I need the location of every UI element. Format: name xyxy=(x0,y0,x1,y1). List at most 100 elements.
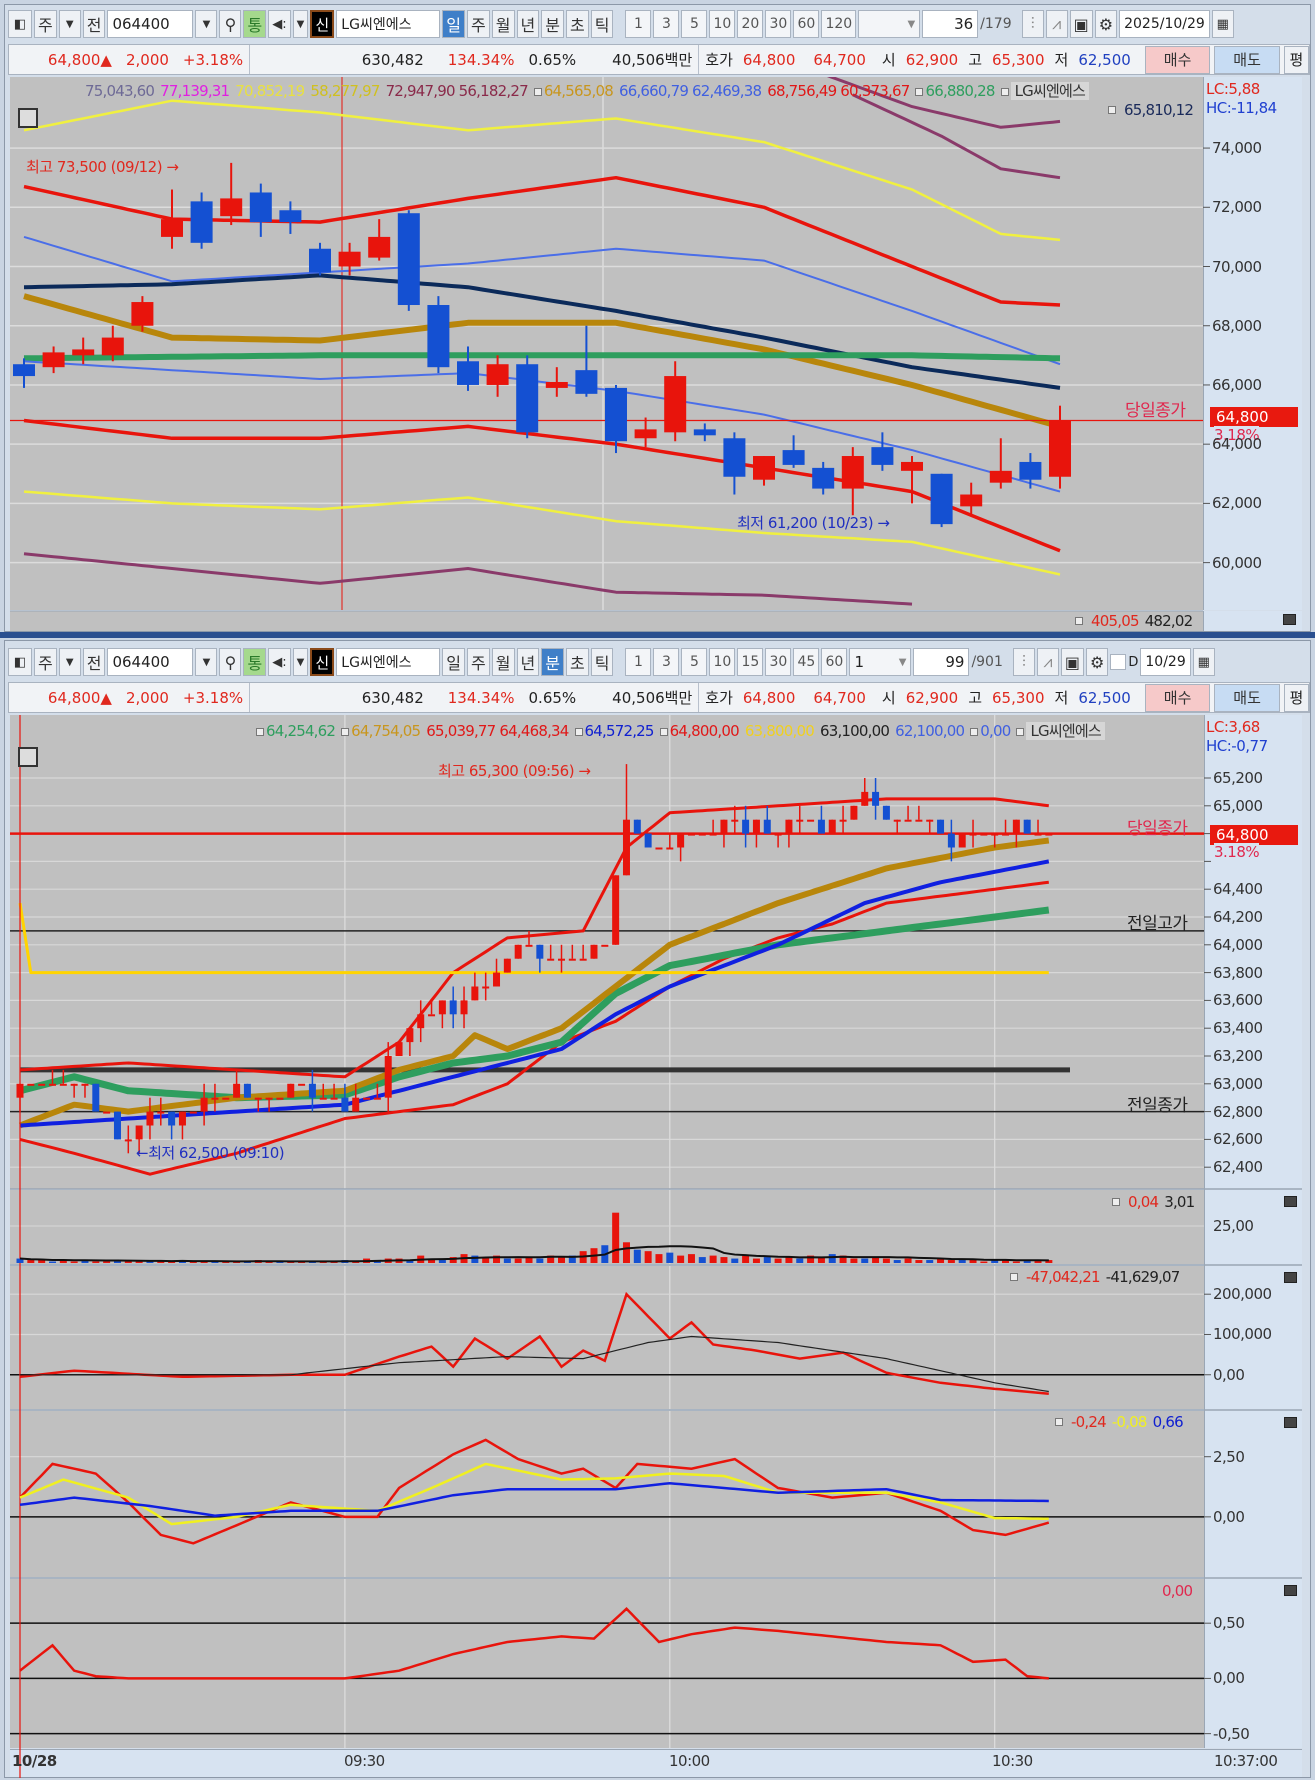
legend-value: 64,800,00 xyxy=(669,721,740,740)
oscillator-black-line xyxy=(20,1335,1049,1393)
volume-bar xyxy=(687,1254,695,1263)
legend-value: 70,852,19 xyxy=(235,81,305,100)
legend-toggle[interactable] xyxy=(1108,106,1116,114)
candle-body xyxy=(363,1097,371,1100)
panel-close-icon[interactable] xyxy=(1284,1196,1297,1207)
legend-toggle[interactable] xyxy=(659,727,668,736)
candle-body xyxy=(693,429,716,436)
time-label-current: 10:37:00 xyxy=(1214,1752,1278,1770)
candle-body xyxy=(839,819,847,822)
candle-body xyxy=(368,236,391,258)
low-annotation: ←최저 62,500 (09:10) xyxy=(136,1144,285,1162)
volume-bar xyxy=(926,1260,934,1263)
candle-body xyxy=(558,958,565,961)
candle-body xyxy=(720,819,728,834)
macd-yellow-line xyxy=(19,1462,1049,1526)
indicator5-axis-label: -0,50 xyxy=(1213,1724,1250,1743)
candle-body xyxy=(568,958,576,961)
candle-body xyxy=(373,1097,381,1100)
legend-toggle[interactable] xyxy=(341,727,350,736)
candle-body xyxy=(352,1097,360,1112)
candle-body xyxy=(460,1000,468,1015)
bollinger-lower-line xyxy=(23,418,1061,553)
panel-close-icon[interactable] xyxy=(1284,1417,1297,1428)
legend-value: 0,04 xyxy=(1128,1193,1159,1211)
chart-grid-icon[interactable] xyxy=(18,108,38,128)
volume-bar xyxy=(558,1257,565,1263)
prev-high-label: 전일고가 xyxy=(1127,914,1188,934)
candle-body xyxy=(612,875,620,945)
legend-value: -0,24 xyxy=(1071,1413,1107,1431)
legend-toggle[interactable] xyxy=(1010,1273,1018,1281)
price-axis-label: 70,000 xyxy=(1212,257,1262,276)
volume-bar xyxy=(633,1249,641,1263)
legend-toggle[interactable] xyxy=(1055,1418,1063,1426)
candle-body xyxy=(1019,461,1042,480)
candle-body xyxy=(872,791,880,806)
price-axis-label: 63,600 xyxy=(1213,991,1263,1010)
time-label-date: 10/28 xyxy=(12,1752,57,1770)
candle-body xyxy=(989,470,1012,483)
candle-body xyxy=(709,833,717,836)
price-axis-label: 65,200 xyxy=(1213,769,1263,787)
panel-close-icon[interactable] xyxy=(1283,614,1296,625)
legend-value: 65,810,12 xyxy=(1124,101,1194,119)
legend-toggle[interactable] xyxy=(1000,88,1009,96)
candle-body xyxy=(525,944,533,947)
legend-toggle[interactable] xyxy=(915,87,924,96)
candle-body xyxy=(514,944,522,959)
time-label: 10:30 xyxy=(992,1752,1033,1770)
legend-toggle[interactable] xyxy=(533,87,542,96)
volume-ma-line xyxy=(19,1245,1049,1263)
low-annotation: 최저 61,200 (10/23) → xyxy=(737,514,890,532)
candle-body xyxy=(590,944,598,959)
legend-toggle[interactable] xyxy=(1016,728,1025,736)
candle-body xyxy=(644,833,652,848)
candle-body xyxy=(101,337,124,356)
legend-toggle[interactable] xyxy=(1112,1198,1120,1206)
chart-grid-icon[interactable] xyxy=(18,747,38,767)
legend-value: 63,800,00 xyxy=(744,721,815,740)
legend-toggle[interactable] xyxy=(256,727,264,736)
price-axis-label: 60,000 xyxy=(1212,553,1262,572)
candle-body xyxy=(536,944,544,959)
candle-body xyxy=(113,1111,121,1140)
time-label: 10:00 xyxy=(669,1752,710,1770)
candle-body xyxy=(817,819,825,834)
candle-body xyxy=(428,1014,436,1017)
candle-body xyxy=(785,819,793,834)
candle-body xyxy=(59,1083,67,1086)
oscillator-red-line xyxy=(19,1291,1049,1395)
candle-body xyxy=(1034,833,1042,836)
candle-body xyxy=(493,972,501,987)
indicator5-axis-label: 0,50 xyxy=(1213,1614,1245,1633)
candle-body xyxy=(633,819,641,834)
legend-value: 64,254,62 xyxy=(266,721,336,740)
legend-toggle[interactable] xyxy=(574,727,583,736)
candle-body xyxy=(70,1083,78,1086)
sub-value-red: 405,05 xyxy=(1091,612,1139,630)
price-axis-label: 63,800 xyxy=(1213,963,1263,982)
panel-close-icon[interactable] xyxy=(1284,1585,1297,1596)
candle-body xyxy=(233,1083,241,1098)
volume-bar xyxy=(103,1261,111,1263)
legend-value: 77,139,31 xyxy=(160,81,230,100)
candle-body xyxy=(457,361,479,385)
volume-bar xyxy=(774,1258,782,1263)
volume-bar xyxy=(969,1260,977,1263)
price-axis-label: 72,000 xyxy=(1212,198,1262,217)
volume-bar xyxy=(947,1260,955,1263)
volume-bar xyxy=(882,1258,890,1263)
volume-bar xyxy=(1012,1261,1020,1263)
candle-body xyxy=(926,819,934,822)
legend-toggle[interactable] xyxy=(1075,617,1083,625)
volume-bar xyxy=(763,1257,771,1263)
ma-green-line xyxy=(23,352,1061,362)
candle-body xyxy=(211,1097,219,1100)
volume-bar xyxy=(720,1257,728,1263)
legend-toggle[interactable] xyxy=(970,727,979,736)
panel-close-icon[interactable] xyxy=(1284,1272,1297,1283)
volume-bar xyxy=(644,1251,652,1263)
candle-body xyxy=(384,1056,392,1098)
volume-axis-label: 25,00 xyxy=(1213,1217,1254,1235)
